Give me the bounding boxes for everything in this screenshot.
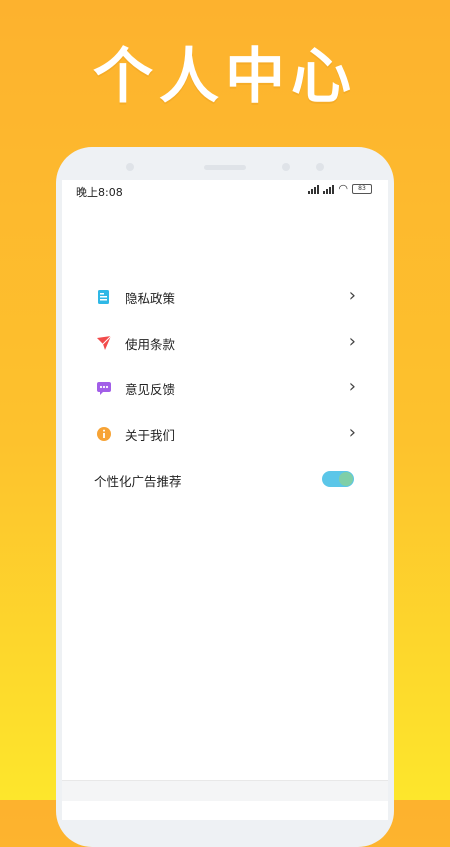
- sensor-dot: [316, 163, 324, 171]
- toggle-knob: [339, 472, 353, 486]
- hero-title: 个人中心: [93, 42, 357, 112]
- signal-icon: [308, 184, 320, 194]
- settings-menu: 隐私政策 › 使用条款 › 意见反馈 › 关于我们 ›: [62, 274, 388, 456]
- sensor-dot: [282, 163, 290, 171]
- camera-dot: [126, 163, 134, 171]
- ad-personalization-row: 个性化广告推荐: [62, 468, 388, 492]
- ad-personalization-toggle[interactable]: [322, 471, 354, 487]
- chevron-right-icon: ›: [348, 376, 356, 397]
- menu-item-label: 关于我们: [125, 427, 176, 443]
- ad-personalization-label: 个性化广告推荐: [94, 474, 182, 489]
- menu-item-label: 隐私政策: [125, 291, 176, 306]
- about-info-icon: [97, 426, 111, 441]
- status-time: 晚上8:08: [76, 186, 123, 199]
- menu-item-label: 使用条款: [125, 336, 176, 352]
- chevron-right-icon: ›: [348, 285, 356, 306]
- menu-item-terms[interactable]: 使用条款 ›: [62, 320, 388, 366]
- bottom-nav-bar: [62, 780, 388, 801]
- chevron-right-icon: ›: [348, 421, 356, 443]
- status-icons: ◠ 83: [308, 182, 372, 195]
- wifi-icon: ◠: [338, 182, 348, 195]
- battery-icon: 83: [352, 184, 372, 194]
- feedback-chat-icon: [97, 382, 111, 395]
- menu-item-privacy-policy[interactable]: 隐私政策 ›: [62, 274, 388, 320]
- terms-send-icon: [97, 335, 112, 350]
- menu-item-label: 意见反馈: [125, 382, 176, 397]
- privacy-document-icon: [98, 290, 109, 304]
- menu-item-feedback[interactable]: 意见反馈 ›: [62, 365, 388, 411]
- phone-speaker: [204, 165, 246, 170]
- app-screen: 晚上8:08 ◠ 83 隐私政策 › 使用条款 › 意见反馈 › 关于我们 › …: [62, 180, 388, 820]
- chevron-right-icon: ›: [348, 330, 356, 352]
- menu-item-about-us[interactable]: 关于我们 ›: [62, 411, 388, 457]
- status-bar: 晚上8:08 ◠ 83: [62, 180, 388, 200]
- signal-icon: [323, 184, 335, 194]
